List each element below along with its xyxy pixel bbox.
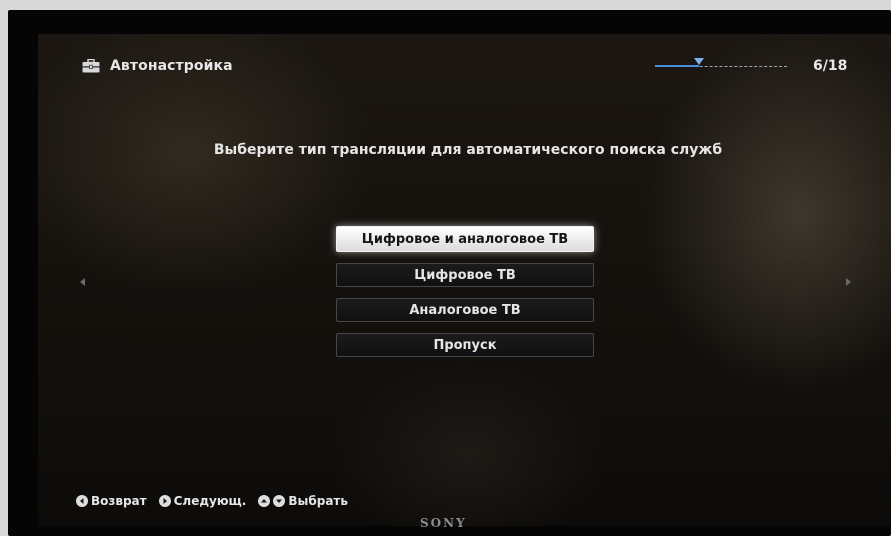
progress-marker-icon <box>694 58 704 65</box>
sony-logo: SONY <box>420 516 467 530</box>
left-button-icon <box>76 495 88 507</box>
header: Автонастройка <box>82 58 233 74</box>
next-label: Следующ. <box>173 494 247 508</box>
broadcast-type-options: Цифровое и аналоговое ТВ Цифровое ТВ Ана… <box>336 226 594 368</box>
left-arrow-icon <box>80 278 85 286</box>
option-digital-and-analog[interactable]: Цифровое и аналоговое ТВ <box>336 226 594 252</box>
footer-controls: Возврат Следующ. Выбрать <box>76 494 354 508</box>
tv-bezel: Автонастройка 6/18 Выберите тип трансляц… <box>8 10 891 536</box>
right-button-icon <box>158 495 171 507</box>
option-analog[interactable]: Аналоговое ТВ <box>336 298 594 322</box>
progress-indicator <box>655 58 787 74</box>
back-label: Возврат <box>91 494 147 508</box>
option-skip[interactable]: Пропуск <box>336 333 594 357</box>
progress-step-count: 6/18 <box>813 58 848 74</box>
back-control[interactable]: Возврат <box>76 494 147 508</box>
option-digital[interactable]: Цифровое ТВ <box>336 263 594 287</box>
down-button-icon <box>273 495 286 507</box>
select-control[interactable]: Выбрать <box>258 494 348 508</box>
toolbox-icon <box>82 59 100 73</box>
tv-screen: Автонастройка 6/18 Выберите тип трансляц… <box>38 34 891 526</box>
next-control[interactable]: Следующ. <box>158 494 247 508</box>
up-button-icon <box>258 495 271 507</box>
select-label: Выбрать <box>288 494 348 508</box>
instruction-text: Выберите тип трансляции для автоматическ… <box>213 142 723 158</box>
progress-fill <box>655 65 699 67</box>
page-title: Автонастройка <box>110 58 233 74</box>
right-arrow-icon <box>846 278 851 286</box>
